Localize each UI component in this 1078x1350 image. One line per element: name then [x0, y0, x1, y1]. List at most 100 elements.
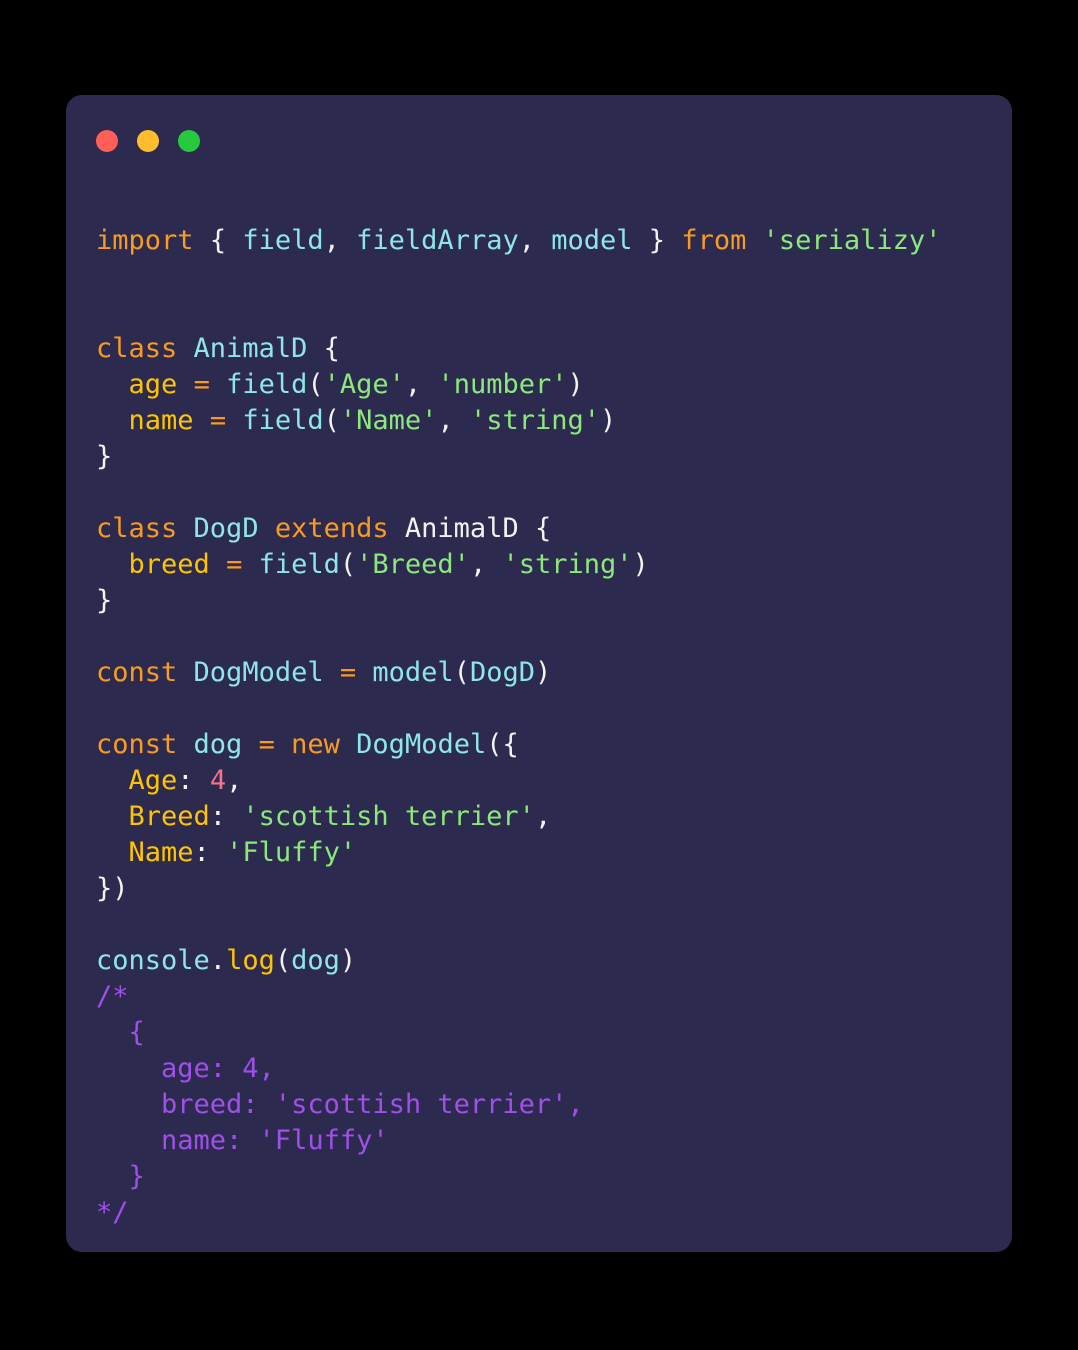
code-token-keyword: new — [291, 729, 340, 760]
code-token-comment: name: 'Fluffy' — [96, 1125, 389, 1156]
code-line: const DogModel = model(DogD) — [96, 655, 1002, 691]
code-token-punct: { — [323, 333, 340, 364]
code-line: { — [96, 1015, 1002, 1051]
code-token-ident: DogD — [469, 657, 535, 688]
minimize-dot[interactable] — [137, 130, 159, 152]
code-token-entity: DogModel — [193, 657, 324, 688]
code-token-string: 'number' — [437, 369, 568, 400]
code-token-punct: ) — [567, 369, 584, 400]
code-token-keyword: extends — [274, 513, 389, 544]
code-line: class DogD extends AnimalD { — [96, 511, 1002, 547]
code-token-punct: { — [534, 513, 552, 544]
code-token-punct: ) — [339, 945, 357, 976]
code-token-string: 'scottish terrier' — [242, 801, 535, 832]
code-token-function: log — [226, 945, 275, 976]
code-token-string: 'string' — [469, 405, 601, 436]
close-dot[interactable] — [96, 130, 118, 152]
code-token-comment: { — [96, 1017, 145, 1048]
code-line: */ — [96, 1195, 1002, 1231]
code-token-comment: breed: 'scottish terrier', — [96, 1089, 584, 1120]
code-token-comment: age: 4, — [96, 1053, 275, 1084]
code-token-operator: = — [226, 549, 243, 580]
code-token-ident: field — [242, 405, 324, 436]
code-token-punct: } — [96, 585, 113, 616]
code-token-punct: ) — [632, 549, 649, 580]
code-token-punct: : — [193, 837, 210, 868]
window-controls — [96, 130, 200, 152]
code-token-keyword: class — [96, 333, 178, 364]
code-token-punct: : — [209, 801, 227, 832]
code-token-comment: } — [96, 1161, 145, 1192]
code-token-punct: , — [226, 765, 243, 796]
code-token-punct: ( — [307, 369, 324, 400]
code-token-ident: model — [372, 657, 454, 688]
code-line: const dog = new DogModel({ — [96, 727, 1002, 763]
code-token-property: Breed — [128, 801, 210, 832]
code-token-string: 'Fluffy' — [226, 837, 357, 868]
code-token-entity: AnimalD — [193, 333, 308, 364]
code-line: } — [96, 1159, 1002, 1195]
code-token-punct: } — [648, 225, 666, 256]
code-token-punct: ( — [323, 405, 340, 436]
code-token-punct: { — [502, 729, 519, 760]
code-token-ident: field — [242, 225, 324, 256]
code-token-keyword: from — [681, 225, 747, 256]
code-block[interactable]: import { field, fieldArray, model } from… — [96, 223, 1002, 1231]
code-token-property: Name — [128, 837, 194, 868]
code-token-punct: , — [534, 801, 552, 832]
code-token-operator: = — [258, 729, 275, 760]
code-token-property: Age — [128, 765, 178, 796]
code-token-number: 4 — [209, 765, 227, 796]
code-token-entity: DogModel — [356, 729, 487, 760]
code-line: age = field('Age', 'number') — [96, 367, 1002, 403]
code-token-property: age — [128, 369, 178, 400]
code-token-ident: field — [226, 369, 308, 400]
code-token-string: 'Breed' — [356, 549, 470, 580]
code-token-string: 'string' — [502, 549, 633, 580]
code-line: /* — [96, 979, 1002, 1015]
code-token-ident: fieldArray — [356, 225, 519, 256]
code-token-punct: , — [437, 405, 454, 436]
code-token-punct: } — [96, 441, 113, 472]
code-line: name: 'Fluffy' — [96, 1123, 1002, 1159]
code-token-operator: = — [339, 657, 357, 688]
code-token-punct: , — [404, 369, 422, 400]
maximize-dot[interactable] — [178, 130, 200, 152]
code-line: Breed: 'scottish terrier', — [96, 799, 1002, 835]
code-token-punct: . — [209, 945, 227, 976]
code-token-string: 'serializy' — [762, 225, 942, 256]
code-token-punct: ) — [112, 873, 129, 904]
code-line: } — [96, 583, 1002, 619]
code-token-keyword: import — [96, 225, 194, 256]
